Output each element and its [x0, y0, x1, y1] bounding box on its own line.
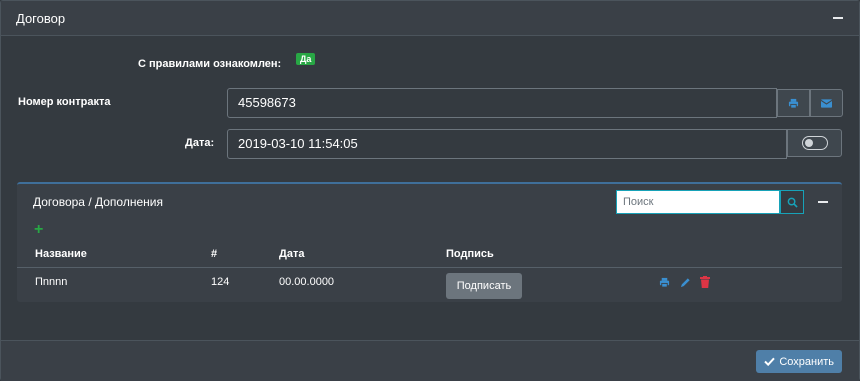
rules-label: С правилами ознакомлен:: [138, 58, 282, 70]
print-icon: [788, 98, 799, 109]
date-field[interactable]: 2019-03-10 11:54:05: [227, 129, 787, 159]
card-title: Договор: [16, 11, 66, 26]
trash-icon: [700, 276, 710, 288]
check-icon: [764, 357, 776, 366]
date-label: Дата:: [185, 137, 215, 149]
contract-label: Номер контракта: [18, 96, 111, 108]
print-row-button[interactable]: [658, 276, 670, 288]
sign-button-label: Подписать: [456, 280, 512, 292]
save-button[interactable]: Сохранить: [756, 350, 842, 373]
col-sign-header: Подпись: [446, 248, 494, 260]
contract-number-field[interactable]: 45598673: [227, 88, 777, 118]
row-name: Пnnnn: [35, 276, 68, 288]
rules-badge: Да: [296, 53, 316, 65]
contract-number-value: 45598673: [238, 95, 296, 110]
save-button-label: Сохранить: [779, 355, 834, 368]
print-icon: [659, 277, 669, 288]
collapse-amendments-button[interactable]: [816, 195, 830, 209]
row-date: 00.00.0000: [279, 276, 335, 288]
edit-row-button[interactable]: [679, 276, 691, 288]
search-icon: [787, 197, 798, 208]
amendments-card: Договора / Дополнения Поиск + Название #…: [17, 182, 842, 302]
plus-icon[interactable]: +: [34, 222, 43, 238]
sign-button[interactable]: Подписать: [446, 273, 522, 299]
amendments-title: Договора / Дополнения: [33, 195, 163, 209]
contract-card: Договор С правилами ознакомлен: Да Номер…: [0, 0, 860, 381]
table-divider: [17, 267, 842, 268]
delete-row-button[interactable]: [699, 276, 711, 288]
search-button[interactable]: [780, 190, 804, 214]
mail-icon: [821, 98, 832, 108]
col-name-header: Название: [35, 248, 87, 260]
date-toggle-switch[interactable]: [801, 136, 828, 150]
edit-icon: [680, 277, 690, 287]
card-footer: Сохранить: [1, 340, 859, 381]
search-placeholder: Поиск: [623, 196, 654, 208]
col-date-header: Дата: [279, 248, 305, 260]
search-input[interactable]: Поиск: [616, 190, 780, 214]
print-contract-button[interactable]: [777, 89, 810, 117]
email-contract-button[interactable]: [810, 89, 843, 117]
date-toggle-wrap: [787, 129, 842, 157]
card-header: Договор: [1, 1, 859, 36]
row-number: 124: [211, 276, 230, 288]
collapse-card-button[interactable]: [831, 11, 845, 25]
date-value: 2019-03-10 11:54:05: [238, 136, 358, 151]
col-number-header: #: [211, 248, 218, 260]
